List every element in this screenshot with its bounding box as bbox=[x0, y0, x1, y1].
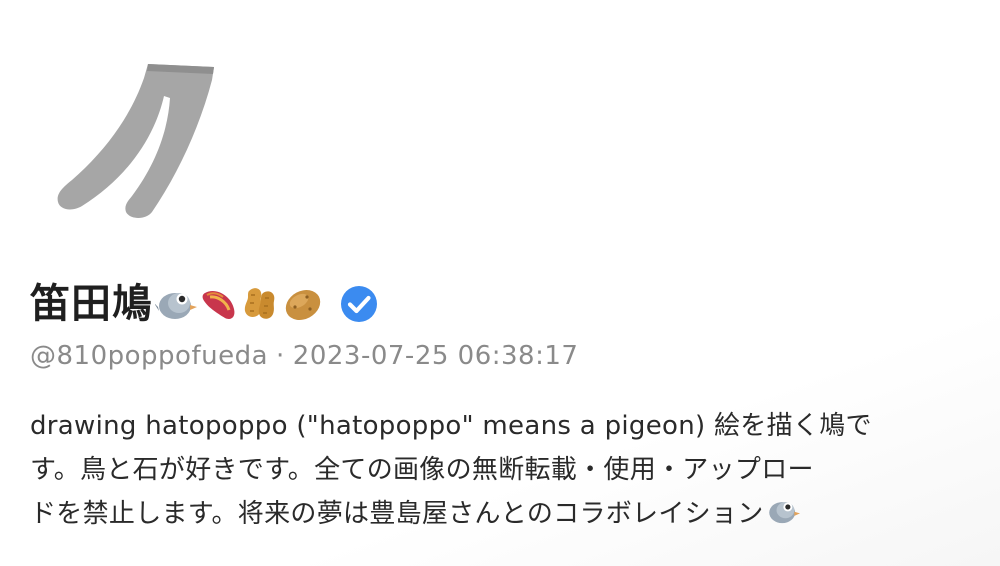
potato-icon bbox=[281, 283, 323, 325]
name-emoji-group bbox=[155, 283, 323, 325]
sweet-potato-icon bbox=[197, 283, 239, 325]
meta-row: @810poppofueda · 2023-07-25 06:38:17 bbox=[30, 336, 578, 376]
bio: drawing hatopoppo ("hatopoppo" means a p… bbox=[30, 404, 970, 536]
meta-separator: · bbox=[276, 341, 285, 371]
avatar[interactable] bbox=[52, 56, 222, 226]
handle[interactable]: @810poppofueda bbox=[30, 341, 268, 371]
bio-line-3: ドを禁止します。将来の夢は豊島屋さんとのコラボレイション bbox=[30, 492, 970, 536]
bio-line-1: drawing hatopoppo ("hatopoppo" means a p… bbox=[30, 411, 872, 441]
peanuts-icon bbox=[239, 283, 281, 325]
bio-line-3-text: ドを禁止します。将来の夢は豊島屋さんとのコラボレイション bbox=[30, 499, 764, 529]
pigeon-icon bbox=[155, 283, 197, 325]
display-name: 笛田鳩 bbox=[30, 281, 153, 327]
verified-badge-icon bbox=[339, 284, 379, 324]
pigeon-icon bbox=[766, 494, 800, 528]
timestamp: 2023-07-25 06:38:17 bbox=[292, 341, 579, 371]
bio-line-2: す。鳥と石が好きです。全ての画像の無断転載・使用・アップロー bbox=[30, 455, 814, 485]
tights-icon bbox=[57, 64, 215, 218]
name-row: 笛田鳩 bbox=[30, 278, 379, 330]
profile-card: 笛田鳩 @810poppofueda · 2023-07-25 06:38:17… bbox=[0, 0, 1000, 566]
